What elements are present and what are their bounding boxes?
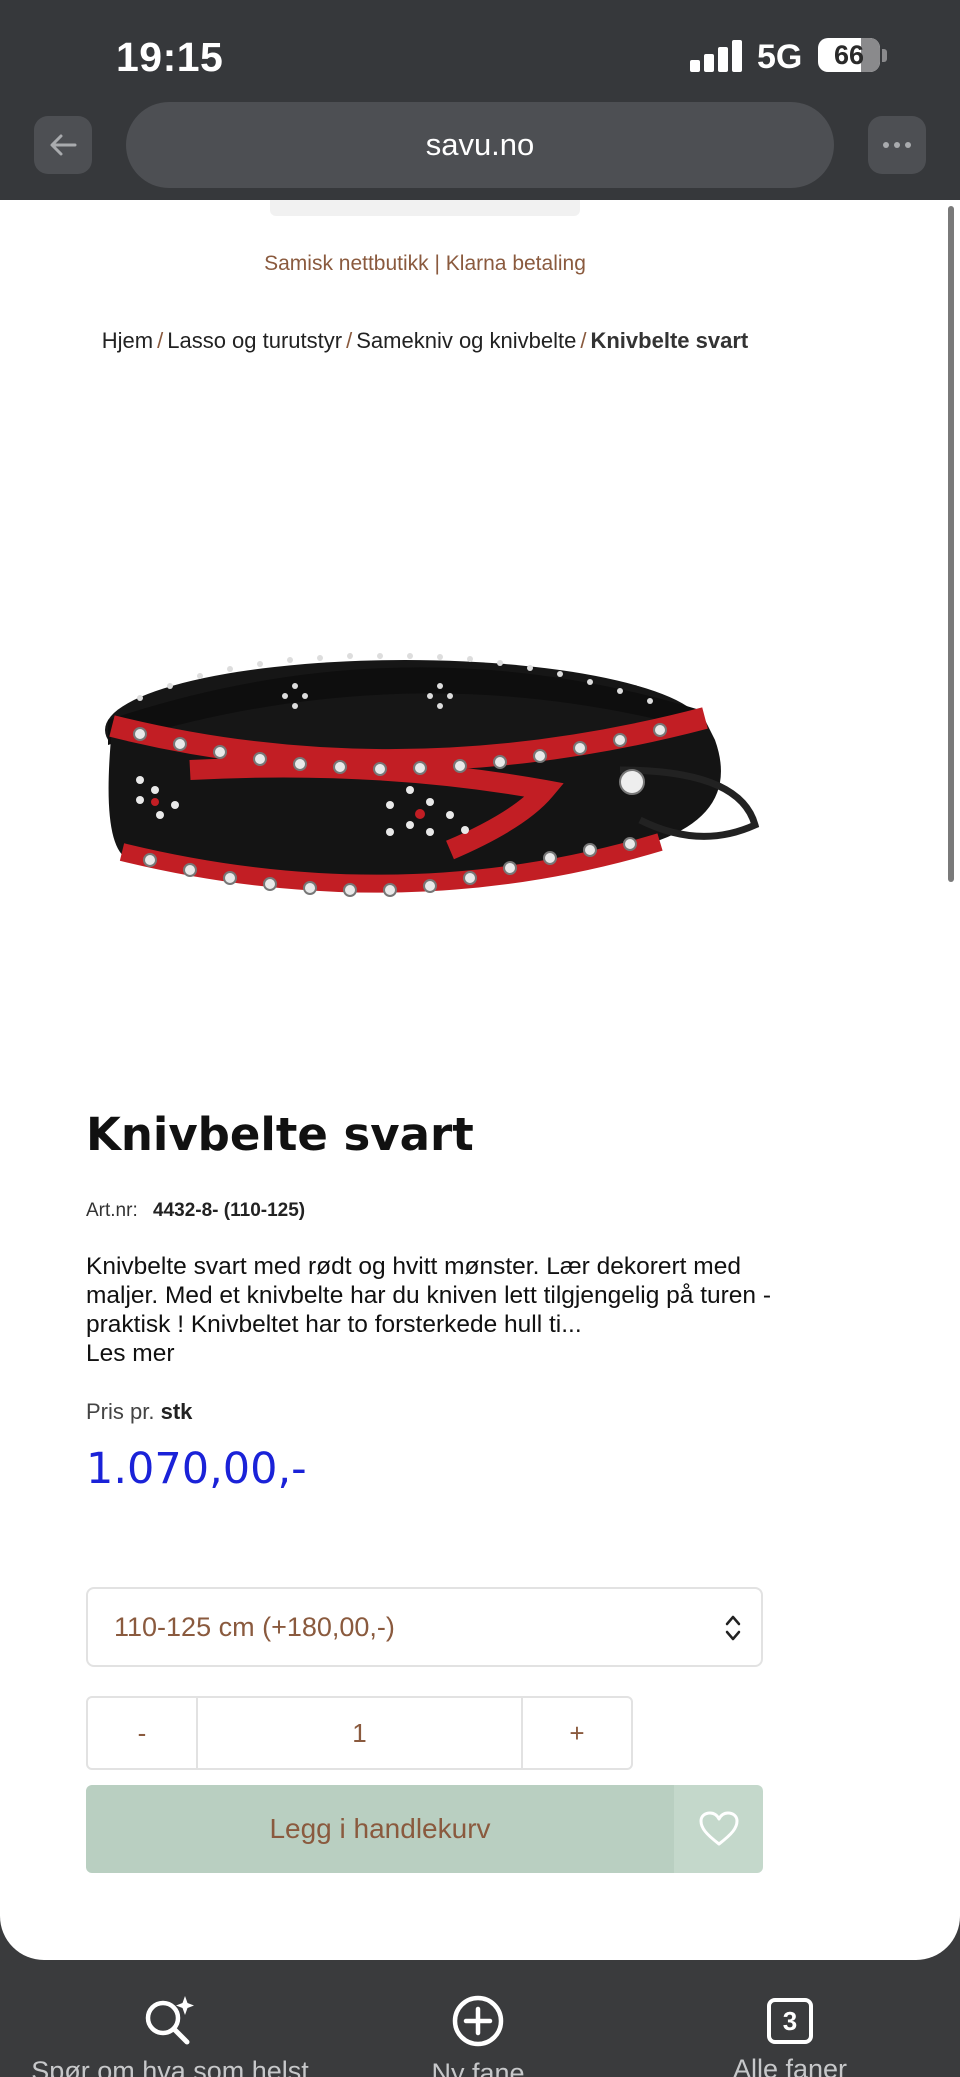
- all-tabs-button[interactable]: 3 Alle faner: [630, 1994, 950, 2077]
- price-unit-value: stk: [160, 1399, 193, 1424]
- variant-selected: 110-125 cm (+180,00,-): [114, 1612, 395, 1642]
- arrow-left-icon: [50, 134, 77, 156]
- artnr-label: Art.nr:: [86, 1200, 138, 1221]
- status-time: 19:15: [116, 34, 224, 80]
- breadcrumb: Hjem / Lasso og turutstyr / Samekniv og kniv…: [0, 328, 850, 354]
- artnr-value: 4432-8- (110-125): [153, 1200, 306, 1221]
- breadcrumb-separator: /: [157, 328, 164, 353]
- quantity-input[interactable]: 1: [198, 1698, 523, 1768]
- browser-chrome: 19:15 5G 66 savu.no: [0, 0, 960, 200]
- back-button[interactable]: [34, 116, 92, 174]
- breadcrumb-home[interactable]: Hjem: [102, 328, 153, 353]
- quantity-stepper: - 1 +: [86, 1696, 633, 1770]
- new-tab-button[interactable]: Ny fane: [318, 1994, 638, 2077]
- battery-icon: 66: [818, 38, 880, 72]
- read-more-link[interactable]: Les mer: [86, 1340, 175, 1367]
- article-number: Art.nr: 4432-8- (110-125): [86, 1200, 305, 1222]
- signal-icon: [690, 40, 742, 72]
- breadcrumb-current: Knivbelte svart: [590, 328, 749, 353]
- status-bar: 19:15 5G 66: [0, 0, 960, 100]
- ellipsis-icon: [883, 142, 889, 148]
- url-bar[interactable]: savu.no: [126, 102, 834, 188]
- battery-cap: [882, 49, 887, 62]
- scrollbar[interactable]: [948, 206, 954, 882]
- ask-anything-label: Spør om hva som helst: [31, 2056, 309, 2077]
- product-image[interactable]: [100, 620, 770, 930]
- site-tagline: Samisk nettbutikk | Klarna betaling: [264, 252, 586, 275]
- more-button[interactable]: [868, 116, 926, 174]
- breadcrumb-separator: /: [346, 328, 353, 353]
- search-sparkle-icon: [145, 1996, 194, 2045]
- url-text: savu.no: [425, 127, 535, 162]
- add-to-cart-button[interactable]: Legg i handlekurv: [86, 1785, 674, 1873]
- product-price: 1.070,00,-: [86, 1444, 307, 1494]
- network-label: 5G: [757, 38, 803, 76]
- chevron-updown-icon: [725, 1615, 741, 1641]
- plus-circle-icon: [452, 1995, 504, 2047]
- quantity-increase-button[interactable]: +: [523, 1698, 631, 1768]
- heart-icon: [699, 1811, 738, 1846]
- description-text: Knivbelte svart med rødt og hvitt mønste…: [86, 1253, 772, 1338]
- web-page: Samisk nettbutikk | Klarna betaling Hjem…: [0, 200, 960, 1960]
- breadcrumb-subcategory[interactable]: Samekniv og knivbelte: [356, 328, 576, 353]
- wishlist-button[interactable]: [674, 1785, 763, 1873]
- battery-level: 66: [833, 40, 865, 70]
- breadcrumb-category[interactable]: Lasso og turutstyr: [167, 328, 342, 353]
- browser-toolbar: Spør om hva som helst Ny fane 3 Alle fan…: [0, 1960, 960, 2077]
- all-tabs-label: Alle faner: [732, 2054, 848, 2077]
- variant-select[interactable]: 110-125 cm (+180,00,-): [86, 1587, 763, 1667]
- quantity-decrease-button[interactable]: -: [88, 1698, 198, 1768]
- header-remnant: [270, 200, 580, 216]
- product-title: Knivbelte svart: [86, 1108, 474, 1161]
- breadcrumb-separator: /: [580, 328, 587, 353]
- new-tab-label: Ny fane: [431, 2058, 525, 2077]
- product-description: Knivbelte svart med rødt og hvitt mønste…: [86, 1252, 776, 1368]
- ask-anything-button[interactable]: Spør om hva som helst: [10, 1994, 330, 2077]
- tabs-icon: 3: [767, 1998, 813, 2044]
- price-unit: Pris pr. stk: [86, 1399, 192, 1425]
- price-unit-label: Pris pr.: [86, 1399, 155, 1424]
